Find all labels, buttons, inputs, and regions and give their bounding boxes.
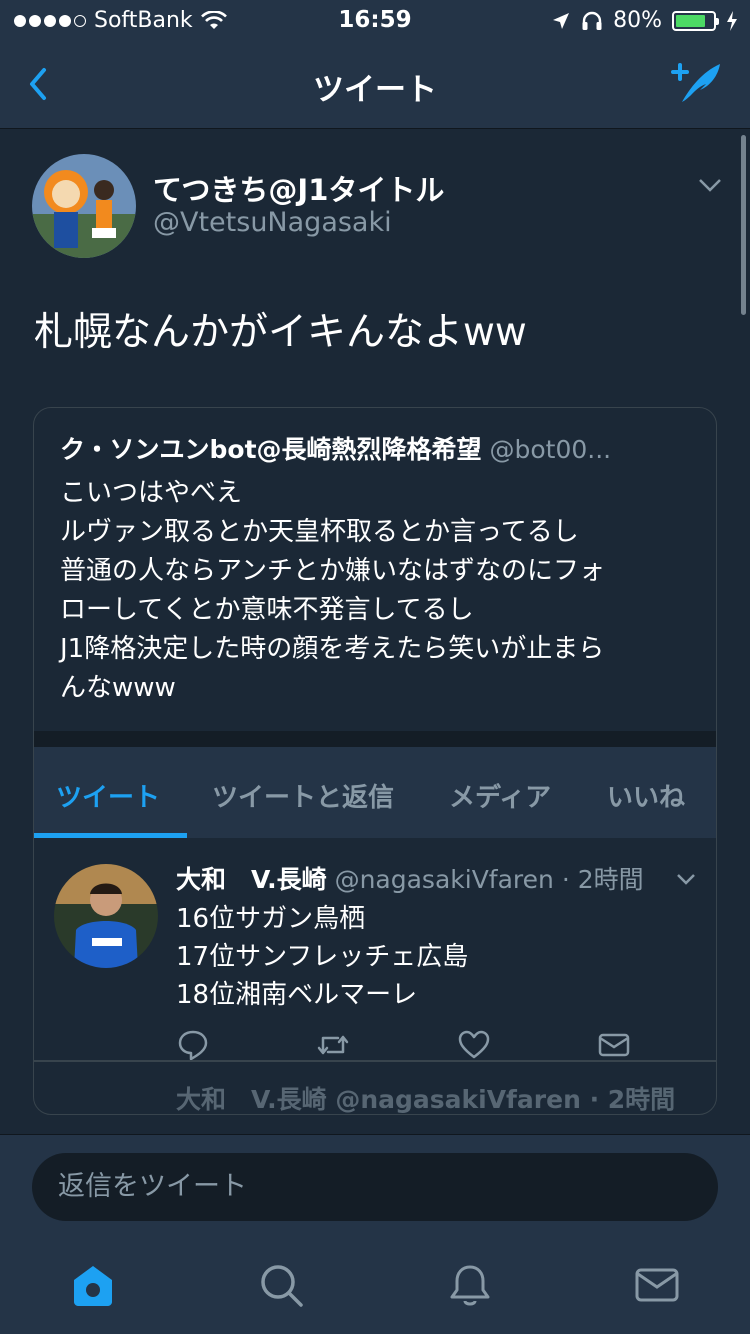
quoted-line: J1降格決定した時の顔を考えたら笑いが止まら	[60, 634, 605, 664]
inner-user-name[interactable]: 大和 V.長崎	[176, 865, 327, 894]
quoted-user-handle: @bot00...	[489, 435, 612, 464]
tweet-actions	[34, 1028, 716, 1068]
compose-tweet-icon[interactable]	[670, 58, 724, 108]
reply-bar: 返信をツイート	[0, 1134, 750, 1239]
tab-tweets[interactable]: ツイート	[56, 777, 160, 814]
quoted-tweet-text: こいつはやべえ ルヴァン取るとか天皇杯取るとか言ってるし 普通の人ならアンチとか…	[60, 474, 700, 708]
home-icon[interactable]	[70, 1262, 116, 1308]
tweet-detail: てつきち@J1タイトル @VtetsuNagasaki 札幌なんかがイキんなよw…	[0, 129, 750, 1134]
quoted-tweet-header: ク・ソンユンbot@長崎熱烈降格希望 @bot00...	[60, 430, 700, 466]
user-display-name[interactable]: てつきち@J1タイトル	[153, 167, 444, 209]
battery-icon	[672, 10, 719, 31]
inner-tweet-header: 大和 V.長崎 @nagasakiVfaren · 2時間	[176, 860, 644, 896]
next-list-item-peek[interactable]: 大和 V.長崎 @nagasakiVfaren · 2時間	[176, 1080, 675, 1114]
tab-likes[interactable]: いいね	[607, 777, 685, 814]
location-icon	[553, 12, 570, 29]
chevron-down-icon[interactable]	[676, 872, 696, 886]
list-item[interactable]: 大和 V.長崎 @nagasakiVfaren · 2時間 16位サガン鳥栖 1…	[34, 838, 716, 1086]
tab-tweets-and-replies[interactable]: ツイートと返信	[212, 777, 394, 814]
inner-user-handle[interactable]: @nagasakiVfaren · 2時間	[335, 865, 644, 894]
headphones-icon	[582, 11, 602, 30]
status-right: 80%	[551, 8, 738, 33]
quoted-line: 普通の人ならアンチとか嫌いなはずなのにフォ	[60, 556, 605, 586]
inner-tweet-line: 18位湘南ベルマーレ	[176, 980, 418, 1010]
status-bar: SoftBank 16:59 80%	[0, 0, 750, 40]
like-heart-icon[interactable]	[457, 1028, 491, 1062]
avatar[interactable]	[54, 864, 158, 968]
inner-tweet-line: 17位サンフレッチェ広島	[176, 942, 469, 972]
divider	[34, 1060, 716, 1062]
bottom-tab-bar	[0, 1238, 750, 1334]
scrollbar[interactable]	[741, 135, 746, 315]
direct-message-icon[interactable]	[597, 1028, 631, 1062]
quoted-line: んなwww	[60, 673, 176, 703]
quoted-tweet-card[interactable]: ク・ソンユンbot@長崎熱烈降格希望 @bot00... こいつはやべえ ルヴァ…	[33, 407, 717, 1115]
tab-media[interactable]: メディア	[449, 777, 551, 814]
quoted-user-name: ク・ソンユンbot@長崎熱烈降格希望	[60, 435, 482, 464]
user-handle[interactable]: @VtetsuNagasaki	[153, 207, 392, 238]
chevron-down-icon[interactable]	[698, 177, 722, 193]
retweet-icon[interactable]	[316, 1028, 350, 1062]
quoted-line: ルヴァン取るとか天皇杯取るとか言ってるし	[60, 517, 579, 547]
divider	[34, 731, 716, 747]
inner-tweet-line: 16位サガン鳥栖	[176, 904, 366, 934]
tweet-text: 札幌なんかがイキんなよww	[34, 310, 527, 355]
search-icon[interactable]	[258, 1262, 304, 1308]
notifications-bell-icon[interactable]	[447, 1262, 493, 1308]
messages-icon[interactable]	[634, 1262, 680, 1308]
charging-icon	[727, 10, 737, 31]
reply-input[interactable]: 返信をツイート	[32, 1153, 718, 1221]
navigation-bar: ツイート	[0, 40, 750, 129]
page-title: ツイート	[313, 72, 437, 108]
battery-percent: 80%	[613, 8, 662, 33]
quoted-line: ローしてくとか意味不発言してるし	[60, 595, 474, 625]
profile-tabs: ツイート ツイートと返信 メディア いいね	[34, 747, 716, 838]
avatar[interactable]	[32, 154, 136, 258]
quoted-line: こいつはやべえ	[60, 478, 243, 508]
reply-icon[interactable]	[176, 1028, 210, 1062]
